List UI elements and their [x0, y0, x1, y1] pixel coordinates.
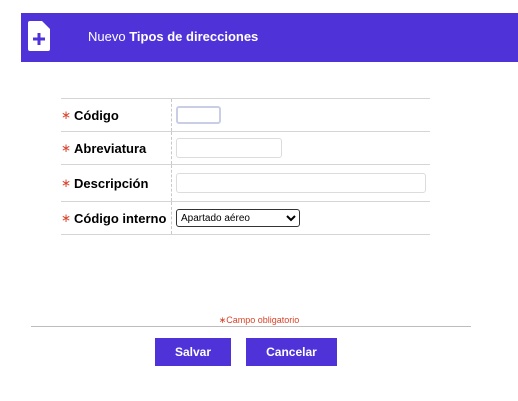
row-codigo-interno: ∗ Código interno Apartado aéreo — [61, 202, 430, 235]
label-text: Abreviatura — [74, 140, 147, 156]
label-text: Código — [74, 107, 119, 123]
cancel-button[interactable]: Cancelar — [246, 338, 337, 366]
title-main: Tipos de direcciones — [129, 29, 259, 44]
title-prefix: Nuevo — [88, 29, 126, 44]
row-codigo: ∗ Código — [61, 99, 430, 132]
label-codigo-interno: ∗ Código interno — [61, 202, 172, 234]
label-text: Código interno — [74, 210, 167, 226]
descripcion-input[interactable] — [176, 173, 426, 193]
page-header: Nuevo Tipos de direcciones — [21, 13, 518, 62]
label-codigo: ∗ Código — [61, 99, 172, 131]
form: ∗ Código ∗ Abreviatura ∗ Descripción ∗ C… — [61, 98, 430, 235]
row-descripcion: ∗ Descripción — [61, 165, 430, 202]
required-marker: ∗ — [61, 141, 72, 155]
page-title: Nuevo Tipos de direcciones — [88, 29, 258, 44]
required-marker: ∗ — [61, 211, 72, 225]
abreviatura-input[interactable] — [176, 138, 282, 158]
label-abreviatura: ∗ Abreviatura — [61, 132, 172, 164]
required-marker: ∗ — [61, 108, 72, 122]
codigo-interno-select[interactable]: Apartado aéreo — [176, 209, 300, 227]
label-descripcion: ∗ Descripción — [61, 165, 172, 201]
row-abreviatura: ∗ Abreviatura — [61, 132, 430, 165]
required-field-note: ∗Campo obligatorio — [218, 315, 300, 325]
save-button[interactable]: Salvar — [155, 338, 231, 366]
required-marker: ∗ — [61, 176, 72, 190]
divider — [31, 326, 471, 327]
codigo-input[interactable] — [176, 106, 221, 124]
add-document-icon — [28, 21, 50, 51]
label-text: Descripción — [74, 175, 149, 191]
